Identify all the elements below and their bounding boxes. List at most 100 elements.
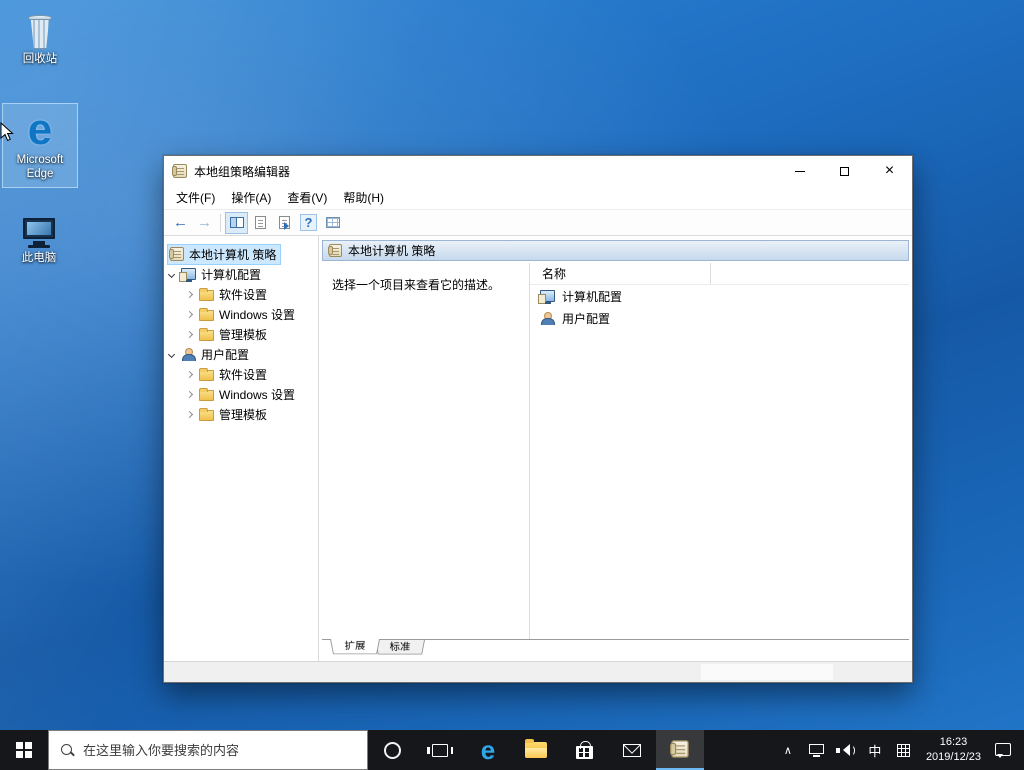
tree-node-software-settings[interactable]: 软件设置 (182, 284, 318, 304)
help-icon: ? (300, 214, 317, 231)
volume-button[interactable] (835, 730, 857, 770)
ime-toolbar-button[interactable] (893, 730, 915, 770)
list-item-computer-config[interactable]: 计算机配置 (530, 285, 909, 307)
taskbar-explorer-button[interactable] (512, 730, 560, 770)
status-bar (164, 661, 912, 682)
network-button[interactable] (806, 730, 828, 770)
window-policy-icon (172, 164, 187, 178)
menu-view[interactable]: 查看(V) (279, 186, 335, 209)
ime-grid-icon (897, 743, 911, 757)
expander-closed-icon[interactable] (182, 370, 196, 378)
clock-time: 16:23 (939, 736, 968, 749)
menu-action[interactable]: 操作(A) (223, 186, 279, 209)
taskbar-store-button[interactable] (560, 730, 608, 770)
list-item-user-config[interactable]: 用户配置 (530, 307, 909, 329)
view-tabs: 扩展 标准 (322, 639, 909, 661)
console-tree-pane: 本地计算机 策略 计算机配置 软件设置 Windows 设置 管理模板 用户配置… (164, 236, 319, 661)
tree-node-computer-config[interactable]: 计算机配置 (164, 264, 318, 284)
action-center-icon (995, 742, 1011, 758)
action-center-button[interactable] (992, 730, 1014, 770)
column-header-name[interactable]: 名称 (530, 263, 711, 284)
desktop-icon-this-pc[interactable]: 此电脑 (4, 206, 74, 265)
export-list-button[interactable] (273, 212, 296, 234)
task-view-button[interactable] (416, 730, 464, 770)
result-pane: 本地计算机 策略 选择一个项目来查看它的描述。 名称 计算机配置 用户配置 扩展… (319, 236, 912, 661)
table-icon (325, 217, 340, 228)
menu-file[interactable]: 文件(F) (168, 186, 223, 209)
properties-button[interactable] (249, 212, 272, 234)
expander-closed-icon[interactable] (182, 310, 196, 318)
windows-logo-icon (16, 742, 32, 758)
tab-extended[interactable]: 扩展 (330, 639, 380, 655)
menu-help[interactable]: 帮助(H) (335, 186, 392, 209)
tree-node-user-config[interactable]: 用户配置 (164, 344, 318, 364)
forward-arrow-icon: → (197, 214, 212, 231)
cortana-button[interactable] (368, 730, 416, 770)
desktop-icon-recycle-bin[interactable]: 回收站 (5, 7, 75, 66)
back-arrow-icon: ← (173, 214, 188, 231)
computer-config-icon (538, 290, 555, 304)
description-text: 选择一个项目来查看它的描述。 (332, 278, 501, 292)
desktop-icon-label: 此电脑 (21, 252, 57, 264)
forward-button[interactable]: → (193, 212, 216, 234)
task-view-icon (427, 743, 453, 757)
start-button[interactable] (0, 730, 48, 770)
edge-icon: e (480, 735, 496, 765)
tree-node-windows-settings[interactable]: Windows 设置 (182, 304, 318, 324)
desktop-icon-edge[interactable]: e Microsoft Edge (2, 103, 78, 188)
user-config-icon (181, 347, 196, 361)
expander-closed-icon[interactable] (182, 330, 196, 338)
help-button[interactable]: ? (297, 212, 320, 234)
scrollbar-segment[interactable] (701, 664, 833, 680)
desktop-icon-label: Microsoft Edge (16, 154, 64, 181)
computer-config-icon (179, 268, 196, 282)
mail-icon (623, 743, 641, 757)
clock[interactable]: 16:23 2019/12/23 (922, 730, 985, 770)
close-button[interactable]: × (867, 156, 912, 186)
chevron-up-icon: ∧ (783, 744, 792, 757)
back-button[interactable]: ← (169, 212, 192, 234)
expander-closed-icon[interactable] (182, 290, 196, 298)
expander-open-icon[interactable] (164, 350, 178, 358)
folder-icon (199, 387, 214, 401)
policy-icon (670, 740, 689, 758)
tree-node-windows-settings[interactable]: Windows 设置 (182, 384, 318, 404)
search-input[interactable] (83, 742, 367, 758)
item-list: 名称 计算机配置 用户配置 (530, 263, 909, 639)
tree-node-local-policy[interactable]: 本地计算机 策略 (164, 243, 318, 265)
maximize-button[interactable] (822, 156, 867, 186)
minimize-button[interactable] (777, 156, 822, 186)
expander-closed-icon[interactable] (182, 410, 196, 418)
taskbar-mail-button[interactable] (608, 730, 656, 770)
list-header-row: 名称 (530, 263, 909, 285)
file-explorer-icon (525, 739, 547, 758)
store-icon (575, 741, 593, 759)
desktop-icon-label: 回收站 (22, 53, 58, 65)
tree-node-admin-templates[interactable]: 管理模板 (182, 324, 318, 344)
recycle-bin-icon (26, 15, 54, 49)
export-list-icon (279, 216, 290, 230)
title-bar[interactable]: 本地组策略编辑器 × (164, 156, 912, 186)
tab-standard[interactable]: 标准 (375, 640, 425, 655)
folder-icon (199, 367, 214, 381)
expander-closed-icon[interactable] (182, 390, 196, 398)
folder-icon (199, 327, 214, 341)
standard-view-button[interactable] (321, 212, 344, 234)
edge-icon: e (27, 105, 53, 154)
desktop: 回收站 e Microsoft Edge 此电脑 本地组策略编辑器 × 文件(F… (0, 0, 1024, 770)
expander-open-icon[interactable] (164, 270, 178, 278)
tree-node-software-settings[interactable]: 软件设置 (182, 364, 318, 384)
policy-icon (169, 247, 184, 261)
taskbar-edge-button[interactable]: e (464, 730, 512, 770)
taskbar-gpedit-button[interactable] (656, 730, 704, 770)
network-icon (809, 743, 825, 757)
taskbar-search[interactable] (48, 730, 368, 770)
tray-overflow-button[interactable]: ∧ (777, 730, 799, 770)
tree-node-admin-templates[interactable]: 管理模板 (182, 404, 318, 424)
this-pc-icon (22, 218, 56, 248)
menu-bar: 文件(F) 操作(A) 查看(V) 帮助(H) (164, 186, 912, 209)
system-tray: ∧ 中 16:23 2019/12/23 (777, 730, 1024, 770)
console-tree-toggle-button[interactable] (225, 211, 248, 234)
ime-mode-button[interactable]: 中 (864, 730, 886, 770)
result-pane-title: 本地计算机 策略 (348, 244, 436, 258)
